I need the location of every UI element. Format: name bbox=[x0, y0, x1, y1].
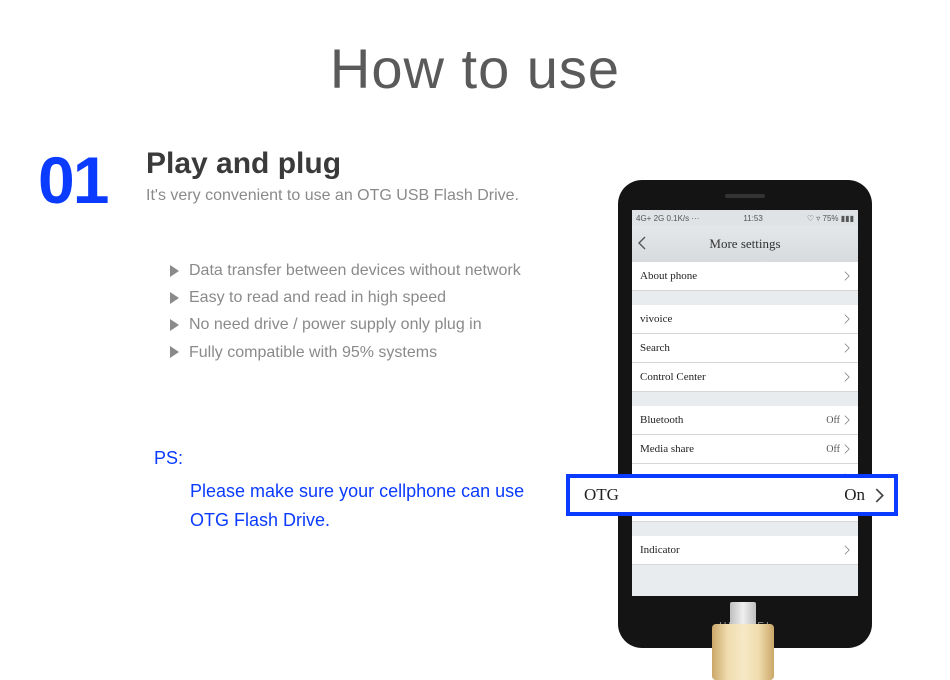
left-column: 01 Play and plug It's very convenient to… bbox=[38, 147, 568, 534]
status-bar: 4G+ 2G 0.1K/s ··· 11:53 ♡ ▿ 75% ▮▮▮ bbox=[632, 210, 858, 226]
phone-speaker bbox=[725, 194, 765, 198]
back-icon[interactable] bbox=[638, 236, 646, 250]
triangle-bullet-icon bbox=[170, 265, 179, 277]
settings-row-label: About phone bbox=[640, 270, 844, 282]
chevron-right-icon bbox=[844, 343, 850, 353]
settings-row-value: Off bbox=[826, 415, 840, 426]
nav-bar: More settings bbox=[632, 226, 858, 262]
status-right: ♡ ▿ 75% ▮▮▮ bbox=[807, 214, 854, 223]
page-title: How to use bbox=[0, 0, 950, 101]
phone-mockup: 4G+ 2G 0.1K/s ··· 11:53 ♡ ▿ 75% ▮▮▮ More… bbox=[618, 180, 872, 648]
overlay-label: OTG bbox=[584, 485, 844, 505]
feature-list: Data transfer between devices without ne… bbox=[170, 257, 568, 366]
nav-title: More settings bbox=[709, 236, 780, 252]
feature-text: Data transfer between devices without ne… bbox=[189, 257, 521, 284]
settings-gap bbox=[632, 291, 858, 305]
status-left: 4G+ 2G 0.1K/s ··· bbox=[636, 214, 699, 223]
chevron-right-icon bbox=[875, 488, 884, 503]
feature-item: No need drive / power supply only plug i… bbox=[170, 311, 568, 338]
settings-row[interactable]: BluetoothOff bbox=[632, 406, 858, 435]
feature-item: Fully compatible with 95% systems bbox=[170, 339, 568, 366]
chevron-right-icon bbox=[844, 372, 850, 382]
settings-row[interactable]: Media shareOff bbox=[632, 435, 858, 464]
settings-row[interactable]: About phone bbox=[632, 262, 858, 291]
otg-highlight-row: OTG On bbox=[566, 474, 898, 516]
settings-row-label: vivoice bbox=[640, 313, 844, 325]
settings-gap bbox=[632, 392, 858, 406]
overlay-value: On bbox=[844, 485, 865, 505]
step-subtext: It's very convenient to use an OTG USB F… bbox=[146, 187, 519, 205]
settings-gap bbox=[632, 522, 858, 536]
settings-row[interactable]: Search bbox=[632, 334, 858, 363]
feature-text: No need drive / power supply only plug i… bbox=[189, 311, 482, 338]
feature-item: Data transfer between devices without ne… bbox=[170, 257, 568, 284]
usb-flash-drive bbox=[712, 602, 774, 680]
settings-row-label: Media share bbox=[640, 443, 826, 455]
step-heading: Play and plug bbox=[146, 147, 519, 181]
phone-screen: 4G+ 2G 0.1K/s ··· 11:53 ♡ ▿ 75% ▮▮▮ More… bbox=[632, 210, 858, 596]
chevron-right-icon bbox=[844, 545, 850, 555]
ps-label: PS: bbox=[154, 448, 568, 469]
settings-row[interactable]: Control Center bbox=[632, 363, 858, 392]
feature-text: Easy to read and read in high speed bbox=[189, 284, 446, 311]
step-number: 01 bbox=[38, 147, 146, 213]
settings-row[interactable]: Indicator bbox=[632, 536, 858, 565]
settings-row-label: Search bbox=[640, 342, 844, 354]
chevron-right-icon bbox=[844, 314, 850, 324]
settings-row-value: Off bbox=[826, 444, 840, 455]
step-header: 01 Play and plug It's very convenient to… bbox=[38, 147, 568, 213]
settings-row-label: Control Center bbox=[640, 371, 844, 383]
feature-item: Easy to read and read in high speed bbox=[170, 284, 568, 311]
settings-row-label: Indicator bbox=[640, 544, 844, 556]
chevron-right-icon bbox=[844, 271, 850, 281]
feature-text: Fully compatible with 95% systems bbox=[189, 339, 437, 366]
chevron-right-icon bbox=[844, 444, 850, 454]
settings-list: About phone vivoice Search Control Center Bl… bbox=[632, 262, 858, 565]
triangle-bullet-icon bbox=[170, 319, 179, 331]
triangle-bullet-icon bbox=[170, 346, 179, 358]
chevron-right-icon bbox=[844, 415, 850, 425]
ps-text: Please make sure your cellphone can use … bbox=[190, 477, 550, 535]
settings-row[interactable]: vivoice bbox=[632, 305, 858, 334]
triangle-bullet-icon bbox=[170, 292, 179, 304]
status-time: 11:53 bbox=[743, 214, 762, 223]
settings-row-label: Bluetooth bbox=[640, 414, 826, 426]
ps-note: PS: Please make sure your cellphone can … bbox=[154, 448, 568, 535]
